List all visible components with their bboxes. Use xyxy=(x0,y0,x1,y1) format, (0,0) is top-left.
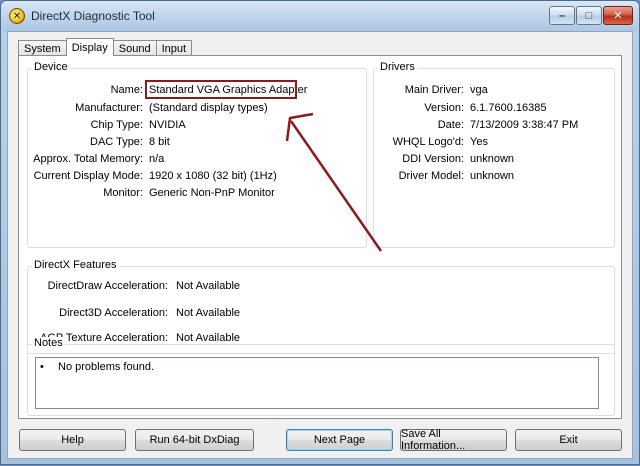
notes-group-label: Notes xyxy=(32,337,65,349)
whql-label: WHQL Logo'd: xyxy=(392,136,464,148)
annotation-highlight-box xyxy=(145,80,297,99)
display-mode-label: Current Display Mode: xyxy=(33,170,143,182)
save-all-information-button[interactable]: Save All Information... xyxy=(400,428,507,452)
notes-group: Notes • No problems found. xyxy=(27,337,615,416)
directdraw-label: DirectDraw Acceleration: xyxy=(47,280,168,292)
display-mode-value: 1920 x 1080 (32 bit) (1Hz) xyxy=(149,170,277,182)
total-memory-label: Approx. Total Memory: xyxy=(33,153,143,165)
driver-model-label: Driver Model: xyxy=(398,170,464,182)
monitor-value: Generic Non-PnP Monitor xyxy=(149,187,275,199)
tab-system[interactable]: System xyxy=(18,40,67,56)
version-label: Version: xyxy=(424,102,464,114)
date-value: 7/13/2009 3:38:47 PM xyxy=(470,119,579,131)
device-group-label: Device xyxy=(32,61,70,73)
device-name-label: Name: xyxy=(110,84,143,96)
direct3d-label: Direct3D Acceleration: xyxy=(59,307,168,319)
dac-type-label: DAC Type: xyxy=(90,136,143,148)
direct3d-value: Not Available xyxy=(176,307,241,319)
manufacturer-value: (Standard display types) xyxy=(149,102,268,114)
tab-strip: System Display Sound Input xyxy=(18,38,193,56)
driver-model-value: unknown xyxy=(470,170,515,182)
device-group: Device Name: Standard VGA Graphics Adapt… xyxy=(27,61,367,248)
manufacturer-label: Manufacturer: xyxy=(75,102,143,114)
tab-sound[interactable]: Sound xyxy=(112,40,157,56)
dac-type-value: 8 bit xyxy=(149,136,170,148)
main-driver-label: Main Driver: xyxy=(404,84,464,96)
help-button[interactable]: Help xyxy=(19,429,126,451)
bullet-icon: • xyxy=(40,361,44,373)
ddi-version-label: DDI Version: xyxy=(402,153,464,165)
date-label: Date: xyxy=(437,119,464,131)
client-area: System Display Sound Input Device Name: … xyxy=(7,31,633,459)
tab-display[interactable]: Display xyxy=(65,38,114,56)
next-page-button[interactable]: Next Page xyxy=(286,429,393,451)
whql-value: Yes xyxy=(470,136,488,148)
directdraw-value: Not Available xyxy=(176,280,241,292)
drivers-group-label: Drivers xyxy=(378,61,417,73)
directx-features-group-label: DirectX Features xyxy=(32,259,119,271)
close-button[interactable]: ✕ xyxy=(603,6,633,25)
title-bar[interactable]: ✕ DirectX Diagnostic Tool – □ ✕ xyxy=(1,1,639,31)
note-item: No problems found. xyxy=(58,361,154,373)
directx-features-group: DirectX Features DirectDraw Acceleration… xyxy=(27,259,615,354)
notes-textbox[interactable]: • No problems found. xyxy=(35,357,599,409)
chip-type-value: NVIDIA xyxy=(149,119,186,131)
tab-input[interactable]: Input xyxy=(155,40,193,56)
ddi-version-value: unknown xyxy=(470,153,515,165)
exit-button[interactable]: Exit xyxy=(515,429,622,451)
main-driver-value: vga xyxy=(470,84,488,96)
drivers-group: Drivers Main Driver: vga Version: 6.1.76… xyxy=(373,61,615,248)
dxdiag-window: ✕ DirectX Diagnostic Tool – □ ✕ System D… xyxy=(0,0,640,465)
directx-app-icon: ✕ xyxy=(9,8,25,24)
total-memory-value: n/a xyxy=(149,153,165,165)
display-tab-panel: Device Name: Standard VGA Graphics Adapt… xyxy=(18,55,622,419)
agp-texture-value: Not Available xyxy=(176,332,241,344)
run-64bit-dxdiag-button[interactable]: Run 64-bit DxDiag xyxy=(135,429,254,451)
window-title: DirectX Diagnostic Tool xyxy=(31,9,155,23)
monitor-label: Monitor: xyxy=(103,187,143,199)
maximize-button[interactable]: □ xyxy=(576,6,602,25)
chip-type-label: Chip Type: xyxy=(90,119,143,131)
minimize-button[interactable]: – xyxy=(549,6,575,25)
version-value: 6.1.7600.16385 xyxy=(470,102,547,114)
